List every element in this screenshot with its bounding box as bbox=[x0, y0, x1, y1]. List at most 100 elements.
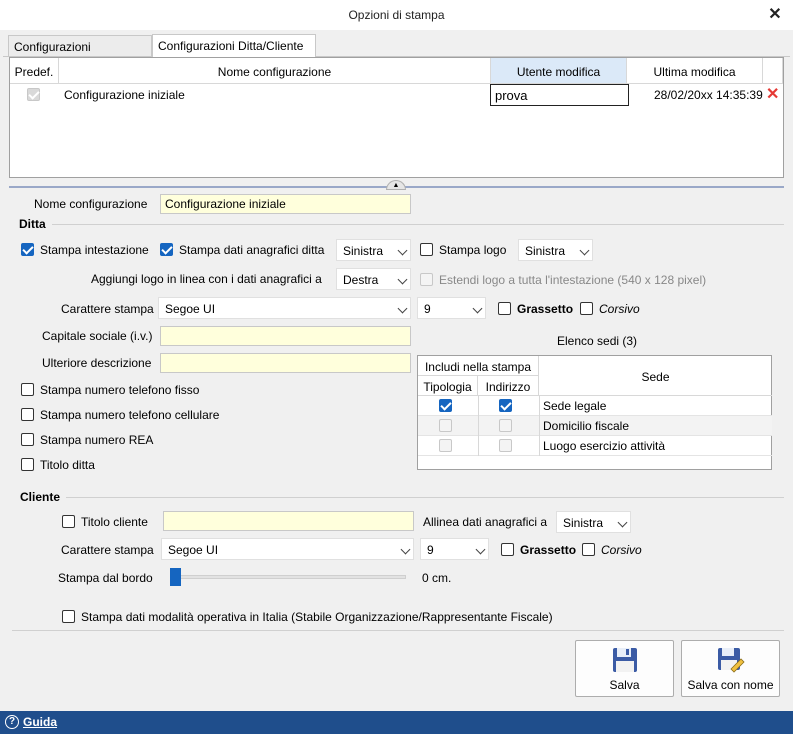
stabile-checkbox[interactable] bbox=[62, 610, 75, 623]
stampa-intestazione-label: Stampa intestazione bbox=[40, 243, 149, 257]
cliente-size-select[interactable]: 9 bbox=[420, 538, 489, 560]
bordo-slider-track[interactable] bbox=[172, 575, 406, 579]
tel-cell-checkbox[interactable] bbox=[21, 408, 34, 421]
column-divider bbox=[539, 396, 540, 456]
carattere-stampa-label: Carattere stampa bbox=[61, 302, 154, 316]
guida-link[interactable]: Guida bbox=[23, 715, 57, 729]
ulteriore-descrizione-input[interactable] bbox=[160, 353, 411, 373]
footer-bar: ? Guida bbox=[0, 711, 793, 734]
stampa-logo-label: Stampa logo bbox=[439, 243, 507, 257]
tipologia-header[interactable]: Tipologia bbox=[418, 376, 478, 396]
title-bar: Opzioni di stampa ✕ bbox=[0, 0, 793, 30]
estendi-logo-checkbox[interactable] bbox=[420, 273, 433, 286]
align-anagrafici-value: Sinistra bbox=[343, 244, 384, 258]
tel-fisso-checkbox[interactable] bbox=[21, 383, 34, 396]
chevron-down-icon bbox=[397, 274, 408, 285]
tel-fisso-label: Stampa numero telefono fisso bbox=[40, 383, 200, 397]
titolo-cliente-input[interactable] bbox=[163, 511, 414, 531]
row-user-field[interactable]: prova bbox=[490, 84, 629, 106]
tipologia-checkbox[interactable] bbox=[439, 419, 452, 432]
chevron-down-icon bbox=[397, 303, 408, 314]
titolo-cliente-checkbox[interactable] bbox=[62, 515, 75, 528]
capitale-sociale-input[interactable] bbox=[160, 326, 411, 346]
floppy-disk-icon bbox=[612, 648, 637, 672]
tab-configurazioni-ditta-cliente[interactable]: Configurazioni Ditta/Cliente bbox=[152, 34, 316, 57]
ditta-size-value: 9 bbox=[424, 302, 431, 316]
titolo-ditta-label: Titolo ditta bbox=[40, 458, 95, 472]
ditta-corsivo-label: Corsivo bbox=[599, 302, 640, 316]
indirizzo-checkbox[interactable] bbox=[499, 439, 512, 452]
ditta-font-select[interactable]: Segoe UI bbox=[158, 297, 411, 319]
column-header-ultima-modifica[interactable]: Ultima modifica bbox=[627, 58, 763, 84]
stampa-bordo-label: Stampa dal bordo bbox=[58, 571, 153, 585]
aggiungi-logo-select[interactable]: Destra bbox=[336, 268, 411, 290]
save-as-icon bbox=[717, 648, 745, 673]
titolo-ditta-checkbox[interactable] bbox=[21, 458, 34, 471]
column-header-utente[interactable]: Utente modifica bbox=[491, 58, 627, 84]
allinea-select[interactable]: Sinistra bbox=[556, 511, 631, 533]
bordo-slider-thumb[interactable] bbox=[170, 568, 181, 586]
ditta-grassetto-label: Grassetto bbox=[517, 302, 574, 316]
tipologia-checkbox[interactable] bbox=[439, 399, 452, 412]
config-name-input[interactable] bbox=[160, 194, 411, 214]
includi-header: Includi nella stampa bbox=[418, 356, 539, 376]
rea-checkbox[interactable] bbox=[21, 433, 34, 446]
stampa-logo-checkbox[interactable] bbox=[420, 243, 433, 256]
sede-header[interactable]: Sede bbox=[539, 356, 772, 396]
sedi-table[interactable]: Includi nella stampa Tipologia Indirizzo… bbox=[417, 355, 772, 470]
configurations-grid[interactable]: Predef. Nome configurazione Utente modif… bbox=[9, 57, 784, 178]
bottom-divider bbox=[12, 630, 784, 631]
allinea-label: Allinea dati anagrafici a bbox=[423, 515, 548, 529]
tab-configurazioni-generiche[interactable]: Configurazioni generiche bbox=[8, 35, 152, 68]
cliente-size-value: 9 bbox=[427, 543, 434, 557]
bordo-value: 0 cm. bbox=[422, 571, 452, 585]
tipologia-checkbox[interactable] bbox=[439, 439, 452, 452]
row-config-name[interactable]: Configurazione iniziale bbox=[64, 88, 185, 102]
table-row[interactable]: Luogo esercizio attività bbox=[418, 436, 772, 456]
window-title: Opzioni di stampa bbox=[348, 8, 445, 22]
chevron-down-icon bbox=[579, 245, 590, 256]
ditta-grassetto-checkbox[interactable] bbox=[498, 302, 511, 315]
indirizzo-header[interactable]: Indirizzo bbox=[478, 376, 539, 396]
align-anagrafici-select[interactable]: Sinistra bbox=[336, 239, 411, 261]
cliente-corsivo-checkbox[interactable] bbox=[582, 543, 595, 556]
table-row[interactable]: Sede legale bbox=[418, 396, 772, 416]
stampa-intestazione-checkbox[interactable] bbox=[21, 243, 34, 256]
salva-button[interactable]: Salva bbox=[575, 640, 674, 697]
table-row[interactable]: Domicilio fiscale bbox=[418, 416, 772, 436]
cliente-font-select[interactable]: Segoe UI bbox=[161, 538, 414, 560]
ditta-size-select[interactable]: 9 bbox=[417, 297, 486, 319]
close-icon[interactable]: ✕ bbox=[765, 4, 785, 24]
stampa-dati-anagrafici-label: Stampa dati anagrafici ditta bbox=[179, 243, 325, 257]
column-header-predef[interactable]: Predef. bbox=[10, 58, 59, 84]
delete-icon[interactable]: ✕ bbox=[766, 84, 779, 104]
capitale-sociale-label: Capitale sociale (i.v.) bbox=[42, 329, 153, 343]
salva-con-nome-button[interactable]: Salva con nome bbox=[681, 640, 780, 697]
indirizzo-checkbox[interactable] bbox=[499, 399, 512, 412]
chevron-down-icon bbox=[400, 544, 411, 555]
indirizzo-checkbox[interactable] bbox=[499, 419, 512, 432]
align-logo-select[interactable]: Sinistra bbox=[518, 239, 593, 261]
salva-label: Salva bbox=[609, 678, 640, 692]
cliente-corsivo-label: Corsivo bbox=[601, 543, 642, 557]
allinea-value: Sinistra bbox=[563, 516, 604, 530]
titolo-cliente-label: Titolo cliente bbox=[81, 515, 148, 529]
stampa-dati-anagrafici-checkbox[interactable] bbox=[160, 243, 173, 256]
config-name-label: Nome configurazione bbox=[34, 197, 148, 211]
elenco-sedi-title: Elenco sedi (3) bbox=[557, 334, 638, 348]
tel-cell-label: Stampa numero telefono cellulare bbox=[40, 408, 220, 422]
cliente-font-value: Segoe UI bbox=[168, 543, 219, 557]
ditta-font-value: Segoe UI bbox=[165, 302, 216, 316]
cliente-grassetto-checkbox[interactable] bbox=[501, 543, 514, 556]
column-header-nome[interactable]: Nome configurazione bbox=[59, 58, 491, 84]
sede-name: Luogo esercizio attività bbox=[543, 439, 666, 453]
chevron-down-icon bbox=[472, 303, 483, 314]
ditta-corsivo-checkbox[interactable] bbox=[580, 302, 593, 315]
chevron-up-icon[interactable]: ▲ bbox=[386, 180, 406, 190]
cliente-grassetto-label: Grassetto bbox=[520, 543, 577, 557]
help-icon[interactable]: ? bbox=[5, 715, 19, 729]
estendi-logo-label: Estendi logo a tutta l'intestazione (540… bbox=[439, 273, 707, 287]
rea-label: Stampa numero REA bbox=[40, 433, 154, 447]
column-header-actions bbox=[763, 58, 783, 84]
aggiungi-logo-label: Aggiungi logo in linea con i dati anagra… bbox=[91, 272, 322, 286]
